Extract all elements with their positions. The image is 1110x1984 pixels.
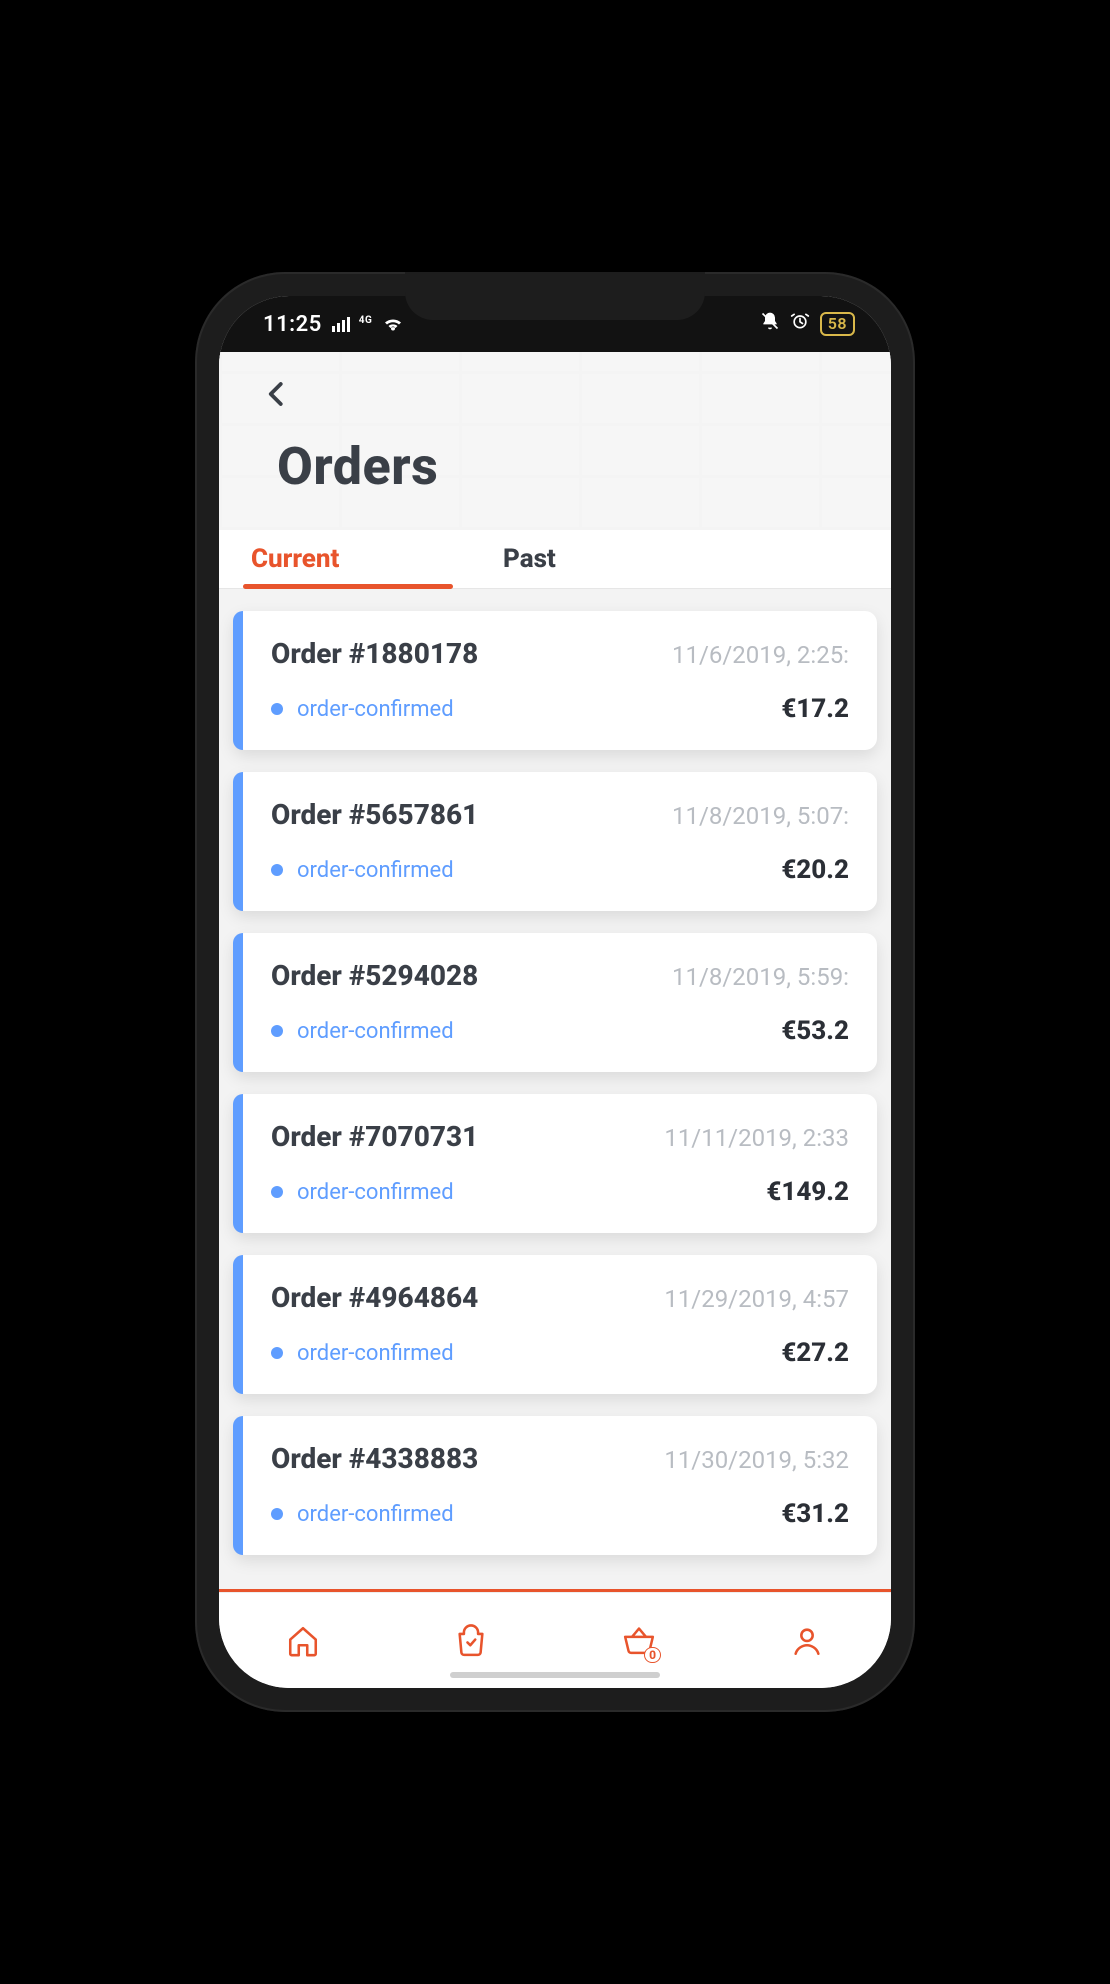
- order-status-label: order-confirmed: [297, 1341, 454, 1366]
- status-dot-icon: [271, 1186, 283, 1198]
- order-date: 11/11/2019, 2:33: [664, 1124, 849, 1152]
- order-title: Order #5294028: [271, 959, 478, 992]
- status-dot-icon: [271, 703, 283, 715]
- home-icon: [286, 1624, 320, 1658]
- basket-badge: 0: [644, 1647, 661, 1663]
- status-left: 11:25 4G: [263, 312, 404, 337]
- order-card[interactable]: Order #1880178 11/6/2019, 2:25: order-co…: [233, 611, 877, 750]
- bell-off-icon: [760, 311, 780, 337]
- order-card[interactable]: Order #5294028 11/8/2019, 5:59: order-co…: [233, 933, 877, 1072]
- bag-icon: [454, 1624, 488, 1658]
- status-dot-icon: [271, 1347, 283, 1359]
- status-dot-icon: [271, 1508, 283, 1520]
- order-status: order-confirmed: [271, 1341, 454, 1366]
- tabs: Current Past: [219, 530, 891, 589]
- nav-basket[interactable]: 0: [611, 1613, 667, 1669]
- order-date: 11/30/2019, 5:32: [664, 1446, 849, 1474]
- list-divider: [219, 1589, 891, 1592]
- order-price: €149.2: [766, 1177, 849, 1207]
- order-status: order-confirmed: [271, 1502, 454, 1527]
- screen: 11:25 4G 58: [219, 296, 891, 1688]
- battery-indicator: 58: [820, 312, 855, 336]
- order-price: €17.2: [781, 694, 849, 724]
- order-date: 11/8/2019, 5:59:: [672, 963, 849, 991]
- order-status-label: order-confirmed: [297, 1019, 454, 1044]
- order-card[interactable]: Order #7070731 11/11/2019, 2:33 order-co…: [233, 1094, 877, 1233]
- order-card[interactable]: Order #4338883 11/30/2019, 5:32 order-co…: [233, 1416, 877, 1555]
- order-title: Order #4964864: [271, 1281, 478, 1314]
- alarm-icon: [790, 311, 810, 337]
- nav-profile[interactable]: [779, 1613, 835, 1669]
- order-price: €27.2: [781, 1338, 849, 1368]
- order-price: €20.2: [781, 855, 849, 885]
- signal-icon: [332, 316, 352, 332]
- status-right: 58: [760, 311, 855, 337]
- page-title: Orders: [277, 436, 438, 497]
- home-indicator: [450, 1672, 660, 1678]
- nav-bag[interactable]: [443, 1613, 499, 1669]
- order-status-label: order-confirmed: [297, 858, 454, 883]
- order-price: €31.2: [781, 1499, 849, 1529]
- order-title: Order #4338883: [271, 1442, 478, 1475]
- network-label: 4G: [359, 315, 373, 326]
- order-status: order-confirmed: [271, 1019, 454, 1044]
- status-time: 11:25: [263, 312, 322, 337]
- order-list[interactable]: Order #1880178 11/6/2019, 2:25: order-co…: [219, 589, 891, 1592]
- profile-icon: [790, 1624, 824, 1658]
- order-title: Order #1880178: [271, 637, 478, 670]
- back-button[interactable]: [253, 370, 301, 418]
- tab-past[interactable]: Past: [463, 530, 683, 588]
- order-status-label: order-confirmed: [297, 1502, 454, 1527]
- status-dot-icon: [271, 864, 283, 876]
- header: Orders: [219, 352, 891, 530]
- order-status: order-confirmed: [271, 858, 454, 883]
- order-card[interactable]: Order #4964864 11/29/2019, 4:57 order-co…: [233, 1255, 877, 1394]
- order-price: €53.2: [781, 1016, 849, 1046]
- order-date: 11/8/2019, 5:07:: [672, 802, 849, 830]
- tab-current[interactable]: Current: [243, 530, 463, 588]
- order-date: 11/6/2019, 2:25:: [672, 641, 849, 669]
- notch: [405, 272, 705, 320]
- phone-frame: 11:25 4G 58: [195, 272, 915, 1712]
- wifi-icon: [382, 316, 404, 332]
- order-status: order-confirmed: [271, 1180, 454, 1205]
- chevron-left-icon: [262, 379, 292, 409]
- order-status-label: order-confirmed: [297, 697, 454, 722]
- status-dot-icon: [271, 1025, 283, 1037]
- order-status-label: order-confirmed: [297, 1180, 454, 1205]
- order-title: Order #5657861: [271, 798, 478, 831]
- order-title: Order #7070731: [271, 1120, 478, 1153]
- nav-home[interactable]: [275, 1613, 331, 1669]
- order-status: order-confirmed: [271, 697, 454, 722]
- order-card[interactable]: Order #5657861 11/8/2019, 5:07: order-co…: [233, 772, 877, 911]
- order-date: 11/29/2019, 4:57: [664, 1285, 849, 1313]
